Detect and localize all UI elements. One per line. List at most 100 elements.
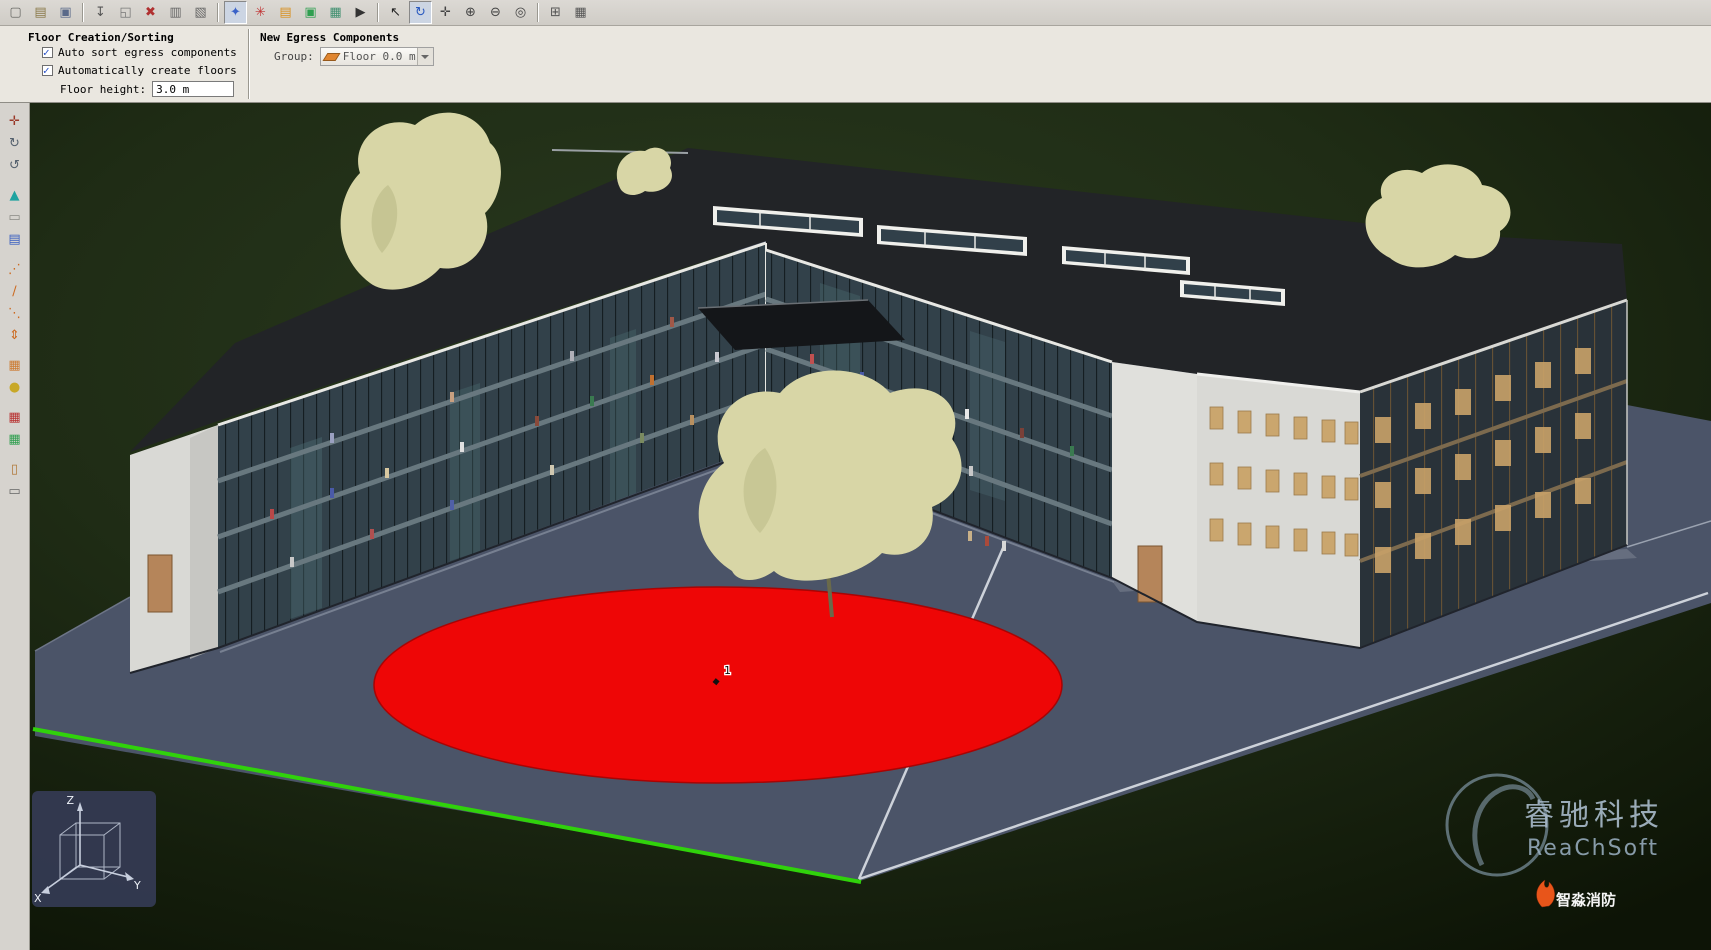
auto-create-label: Automatically create floors (58, 64, 237, 77)
movie-icon: ▶ (356, 6, 366, 19)
zoom-in-button[interactable]: ⊕ (459, 1, 482, 24)
delete-results-icon: ✖ (145, 6, 156, 19)
measure-region-tool-button[interactable]: ▦ (4, 429, 26, 449)
measure-tool-button[interactable]: ▭ (4, 481, 26, 501)
axis-gizmo[interactable]: Z Y X (32, 791, 156, 907)
copy-button[interactable]: ▥ (164, 1, 187, 24)
measure-region-icon: ▦ (8, 433, 20, 446)
snap-point-icon: ⊞ (550, 6, 561, 19)
auto-create-row[interactable]: Automatically create floors (42, 64, 237, 77)
capture-icon: ◱ (119, 6, 131, 19)
occupant-icon: ● (9, 381, 20, 394)
group-label: Group: (274, 50, 314, 63)
obstruction-tool-button[interactable]: ▦ (4, 355, 26, 375)
floors-button[interactable]: ▤ (274, 1, 297, 24)
options-panel: Floor Creation/Sorting Auto sort egress … (0, 26, 1711, 103)
assembly-area[interactable]: 1 (374, 587, 1062, 783)
door-icon: ▤ (8, 233, 20, 246)
move-object-icon: ✛ (9, 115, 20, 128)
zoom-in-icon: ⊕ (465, 6, 476, 19)
room-icon: ▭ (8, 211, 20, 224)
toolbar-separator (82, 3, 84, 22)
new-button[interactable]: ▢ (4, 1, 27, 24)
open-button[interactable]: ▤ (29, 1, 52, 24)
zoom-fit-button[interactable]: ◎ (509, 1, 532, 24)
floors-icon: ▤ (279, 6, 291, 19)
capture-button[interactable]: ◱ (114, 1, 137, 24)
floor-height-input[interactable] (152, 81, 234, 97)
viewport-3d[interactable]: 1 (30, 103, 1711, 950)
auto-create-checkbox[interactable] (42, 65, 53, 76)
obstruction-icon: ▦ (8, 359, 20, 372)
grid-icon: ▦ (574, 6, 586, 19)
orbit-view-tool-button[interactable]: ↻ (4, 133, 26, 153)
panel-separator (248, 29, 250, 99)
paste-button[interactable]: ▧ (189, 1, 212, 24)
door-tool-button[interactable]: ▤ (4, 229, 26, 249)
auto-sort-checkbox[interactable] (42, 47, 53, 58)
exit-door-tool-button[interactable]: ▯ (4, 459, 26, 479)
toolbar-separator (217, 3, 219, 22)
navigate-view-button[interactable]: ✦ (224, 1, 247, 24)
drawing-button[interactable]: ▣ (299, 1, 322, 24)
floor-icon (322, 53, 340, 61)
exit-door-icon: ▯ (11, 463, 18, 476)
zoom-fit-icon: ◎ (515, 6, 526, 19)
stairs-icon: ⋰ (8, 263, 21, 276)
escalator-icon: ⋱ (8, 307, 21, 320)
auto-sort-row[interactable]: Auto sort egress components (42, 46, 237, 59)
navigate-view-icon: ✦ (230, 6, 241, 19)
scene-3d[interactable]: 1 (30, 103, 1711, 950)
results-button[interactable]: ✳ (249, 1, 272, 24)
movie-button[interactable]: ▶ (349, 1, 372, 24)
group-dropdown[interactable]: Floor 0.0 m (320, 47, 434, 66)
move-object-tool-button[interactable]: ✛ (4, 111, 26, 131)
rotate-object-tool-button[interactable]: ↺ (4, 155, 26, 175)
measure-icon: ▭ (8, 485, 20, 498)
terrain-button[interactable]: ▦ (324, 1, 347, 24)
snap-point-button[interactable]: ⊞ (544, 1, 567, 24)
floor-height-label: Floor height: (60, 83, 146, 96)
escalator-tool-button[interactable]: ⋱ (4, 303, 26, 323)
refine-mesh-icon: ▦ (8, 411, 20, 424)
watermark-company-en: ReaChSoft (1527, 836, 1659, 861)
watermark-company-cn: 睿驰科技 (1524, 798, 1664, 833)
cone-marker-icon: ▲ (10, 189, 20, 202)
room-tool-button[interactable]: ▭ (4, 207, 26, 227)
zoom-out-icon: ⊖ (490, 6, 501, 19)
pan-button[interactable]: ✛ (434, 1, 457, 24)
ramp-tool-button[interactable]: ∕ (4, 281, 26, 301)
import-icon: ↧ (95, 6, 106, 19)
floor-creation-panel: Floor Creation/Sorting Auto sort egress … (28, 26, 243, 102)
toolbar-separator (537, 3, 539, 22)
drawing-icon: ▣ (304, 6, 316, 19)
dropdown-arrow-icon[interactable] (417, 48, 433, 65)
terrain-icon: ▦ (329, 6, 341, 19)
refine-mesh-tool-button[interactable]: ▦ (4, 407, 26, 427)
ramp-icon: ∕ (12, 285, 16, 298)
elevator-tool-button[interactable]: ⇕ (4, 325, 26, 345)
floor-creation-title: Floor Creation/Sorting (28, 31, 174, 44)
copy-icon: ▥ (169, 6, 181, 19)
open-icon: ▤ (34, 6, 46, 19)
delete-results-button[interactable]: ✖ (139, 1, 162, 24)
results-icon: ✳ (255, 6, 266, 19)
new-icon: ▢ (9, 6, 21, 19)
new-egress-panel: New Egress Components Group: Floor 0.0 m (260, 26, 490, 102)
select-button[interactable]: ↖ (384, 1, 407, 24)
grid-button[interactable]: ▦ (569, 1, 592, 24)
application-window: { "window": { "background": "#d6d3ce" },… (0, 0, 1711, 950)
import-button[interactable]: ↧ (89, 1, 112, 24)
orbit-icon: ↻ (415, 6, 426, 19)
main-toolbar: ▢ ▤ ▣ ↧ ◱ ✖ ▥ ▧ ✦ ✳ ▤ ▣ ▦ ▶ ↖ ↻ ✛ ⊕ ⊖ ◎ ⊞ ▦ (0, 0, 1711, 26)
orbit-view-icon: ↻ (9, 137, 20, 150)
orbit-button[interactable]: ↻ (409, 1, 432, 24)
zoom-out-button[interactable]: ⊖ (484, 1, 507, 24)
elevator-icon: ⇕ (9, 329, 20, 342)
occupant-tool-button[interactable]: ● (4, 377, 26, 397)
cone-marker-tool-button[interactable]: ▲ (4, 185, 26, 205)
save-button[interactable]: ▣ (54, 1, 77, 24)
cert-text: 智淼消防 (1556, 891, 1616, 909)
exit-door (148, 555, 172, 612)
stairs-tool-button[interactable]: ⋰ (4, 259, 26, 279)
